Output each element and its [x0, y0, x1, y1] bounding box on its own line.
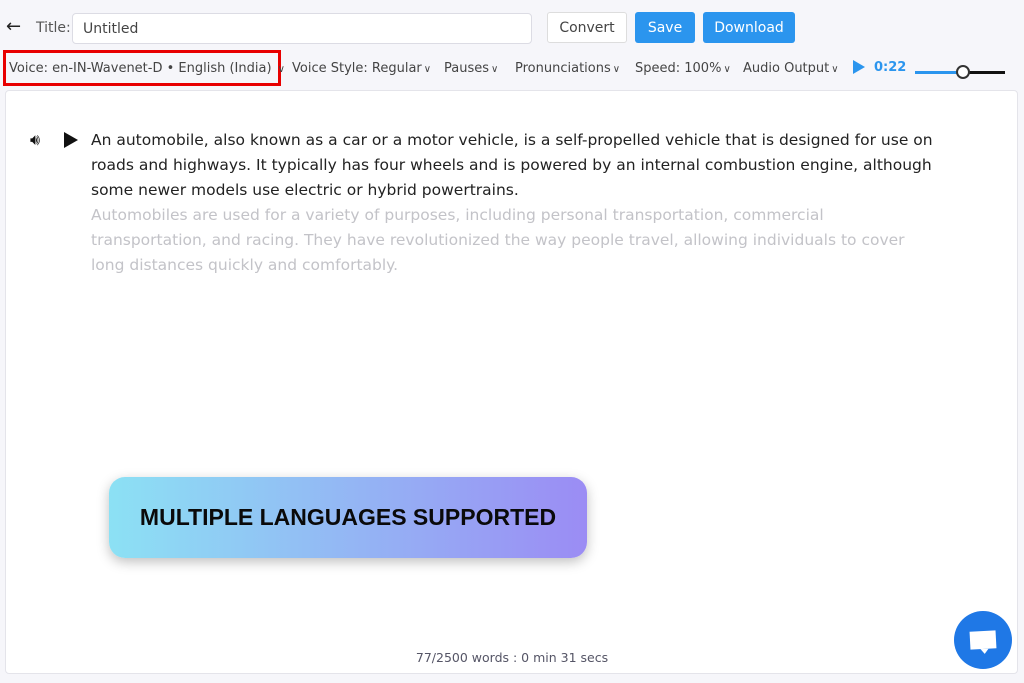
- title-input[interactable]: [72, 13, 532, 44]
- voice-style-label: Voice Style: Regular: [292, 61, 422, 76]
- pronunciations-dropdown[interactable]: Pronunciations ∨: [515, 61, 620, 76]
- audio-output-dropdown[interactable]: Audio Output ∨: [743, 61, 839, 76]
- title-label: Title:: [36, 20, 71, 36]
- slider-thumb[interactable]: [955, 65, 970, 79]
- paragraph-active: An automobile, also known as a car or a …: [91, 131, 933, 199]
- chevron-down-icon: ∨: [723, 64, 731, 75]
- chevron-down-icon: ∨: [491, 64, 499, 75]
- chevron-down-icon: ∨: [612, 64, 621, 75]
- voice-dropdown[interactable]: Voice: en-IN-Wavenet-D • English (India)…: [9, 61, 285, 76]
- chat-button[interactable]: [954, 611, 1012, 669]
- save-button[interactable]: Save: [635, 12, 695, 43]
- speed-dropdown[interactable]: Speed: 100% ∨: [635, 61, 731, 76]
- download-button[interactable]: Download: [703, 12, 795, 43]
- chevron-down-icon: ∨: [277, 64, 285, 75]
- voice-style-dropdown[interactable]: Voice Style: Regular ∨: [292, 61, 431, 76]
- play-paragraph-icon[interactable]: [64, 132, 78, 148]
- pauses-dropdown[interactable]: Pauses ∨: [444, 61, 498, 76]
- voice-toolbar: Voice: en-IN-Wavenet-D • English (India)…: [0, 50, 1024, 86]
- pronunciations-label: Pronunciations: [515, 61, 611, 76]
- chevron-down-icon: ∨: [831, 64, 839, 75]
- word-count: 77/2500 words : 0 min 31 secs: [415, 650, 609, 665]
- speaker-icon[interactable]: 🔊︎: [30, 130, 40, 150]
- speed-label: Speed: 100%: [635, 61, 722, 76]
- play-icon[interactable]: [853, 60, 865, 74]
- voice-label: Voice: en-IN-Wavenet-D • English (India): [9, 61, 272, 76]
- editor-text[interactable]: An automobile, also known as a car or a …: [91, 128, 941, 278]
- convert-button[interactable]: Convert: [547, 12, 627, 43]
- playback-time: 0:22: [874, 60, 907, 75]
- back-arrow-icon[interactable]: ←: [6, 16, 21, 37]
- chat-bubble-icon: [969, 630, 997, 650]
- audio-output-label: Audio Output: [743, 61, 830, 76]
- feature-banner: MULTIPLE LANGUAGES SUPPORTED: [109, 477, 587, 558]
- pauses-label: Pauses: [444, 61, 490, 76]
- playback-slider[interactable]: [915, 65, 1005, 79]
- paragraph-inactive: Automobiles are used for a variety of pu…: [91, 206, 905, 274]
- chevron-down-icon: ∨: [423, 64, 432, 75]
